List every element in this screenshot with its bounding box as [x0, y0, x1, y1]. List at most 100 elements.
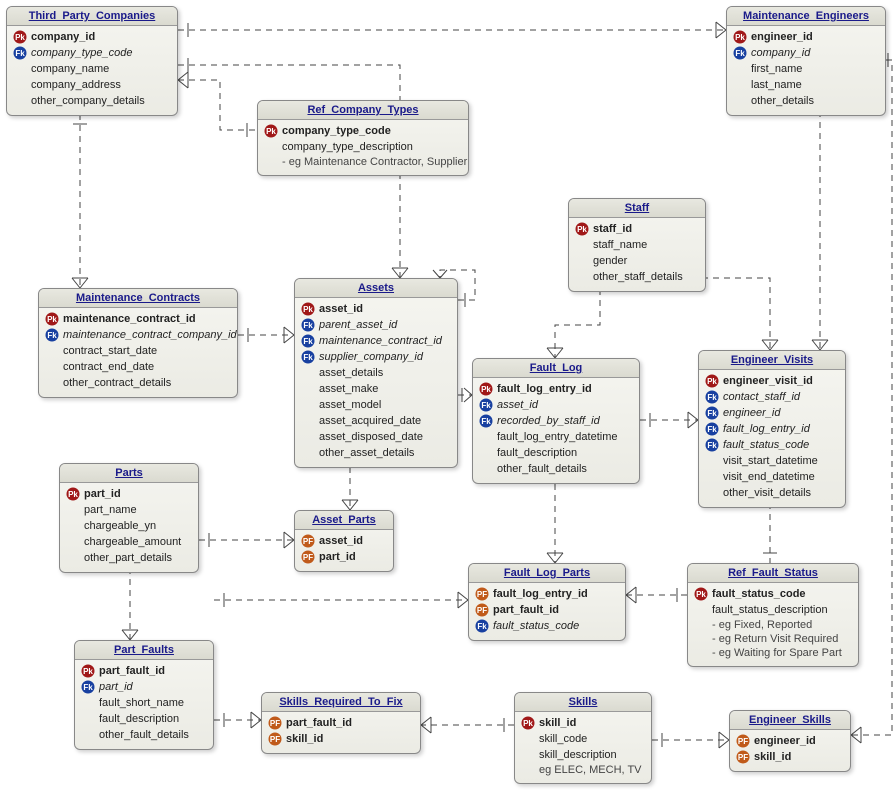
attribute-name: fault_description	[497, 447, 577, 459]
entity-title[interactable]: Assets	[295, 279, 457, 298]
entity-title[interactable]: Fault_Log	[473, 359, 639, 378]
attribute-row: Fk parent_asset_id	[301, 317, 451, 333]
attribute-name: skill_id	[754, 751, 791, 763]
attribute-name: other_asset_details	[319, 447, 414, 459]
fk-key-icon: Fk	[301, 350, 315, 364]
attribute-row: other_fault_details	[81, 727, 207, 743]
entity-title[interactable]: Skills_Required_To_Fix	[262, 693, 420, 712]
attribute-row: Fkrecorded_by_staff_id	[479, 413, 633, 429]
attribute-row: fault_status_description	[694, 602, 852, 618]
blank-key-icon	[575, 254, 589, 268]
svg-text:Fk: Fk	[303, 321, 313, 330]
pf-key-icon: PF	[736, 734, 750, 748]
entity-title[interactable]: Asset_Parts	[295, 511, 393, 530]
entity-engineer_skills: Engineer_Skills PFengineer_idPF skill_id	[729, 710, 851, 772]
svg-text:Pk: Pk	[707, 377, 717, 386]
attribute-row: PFskill_id	[268, 731, 414, 747]
attribute-row: Fkmaintenance_contract_company_id	[45, 327, 231, 343]
attribute-name: chargeable_amount	[84, 536, 181, 548]
entity-title[interactable]: Engineer_Skills	[730, 711, 850, 730]
entity-title[interactable]: Ref_Company_Types	[258, 101, 468, 120]
attribute-name: other_fault_details	[497, 463, 587, 475]
blank-key-icon	[479, 430, 493, 444]
svg-text:Fk: Fk	[707, 393, 717, 402]
entity-title[interactable]: Part_Faults	[75, 641, 213, 660]
attribute-name: skill_description	[539, 749, 617, 761]
entity-third_party: Third_Party_Companies Pkcompany_idFk compa…	[6, 6, 178, 116]
attribute-row: Pkskill_id	[521, 715, 645, 731]
attribute-note: - eg Waiting for Spare Part	[694, 647, 842, 659]
blank-key-icon	[13, 78, 27, 92]
fk-key-icon: Fk	[301, 334, 315, 348]
entity-fault_log_parts: Fault_Log_PartsPFfault_log_entry_idPFpar…	[468, 563, 626, 641]
attribute-row: company_type_description	[264, 139, 462, 155]
svg-text:Fk: Fk	[735, 49, 745, 58]
attribute-name: asset_id	[319, 303, 363, 315]
attribute-name: fault_log_entry_id	[493, 588, 588, 600]
entity-title[interactable]: Fault_Log_Parts	[469, 564, 625, 583]
attribute-name: company_address	[31, 79, 121, 91]
attribute-row: asset_model	[301, 397, 451, 413]
entity-part_faults: Part_FaultsPkpart_fault_idFkpart_idfault…	[74, 640, 214, 750]
entity-body: Pkpart_idpart_namechargeable_ynchargeabl…	[60, 483, 198, 572]
attribute-name: company_type_description	[282, 141, 413, 153]
entity-title[interactable]: Ref_Fault_Status	[688, 564, 858, 583]
fk-key-icon: Fk	[45, 328, 59, 342]
blank-key-icon	[479, 462, 493, 476]
attribute-row: Pkengineer_visit_id	[705, 373, 839, 389]
pk-key-icon: Pk	[45, 312, 59, 326]
pk-key-icon: Pk	[575, 222, 589, 236]
attribute-row: fault_log_entry_datetime	[479, 429, 633, 445]
entity-body: PFfault_log_entry_idPFpart_fault_idFkfau…	[469, 583, 625, 640]
attribute-name: part_fault_id	[493, 604, 559, 616]
attribute-row: other_fault_details	[479, 461, 633, 477]
fk-key-icon: Fk	[479, 414, 493, 428]
pk-key-icon: Pk	[705, 374, 719, 388]
attribute-row: Fksupplier_company_id	[301, 349, 451, 365]
entity-asset_parts: Asset_PartsPFasset_idPFpart_id	[294, 510, 394, 572]
entity-title[interactable]: Third_Party_Companies	[7, 7, 177, 26]
attribute-row: gender	[575, 253, 699, 269]
entity-title[interactable]: Staff	[569, 199, 705, 218]
attribute-row: asset_acquired_date	[301, 413, 451, 429]
fk-key-icon: Fk	[705, 438, 719, 452]
pk-key-icon: Pk	[479, 382, 493, 396]
fk-key-icon: Fk	[13, 46, 27, 60]
entity-title[interactable]: Maintenance_Engineers	[727, 7, 885, 26]
entity-title[interactable]: Engineer_Visits	[699, 351, 845, 370]
blank-key-icon	[479, 446, 493, 460]
attribute-row: - eg Return Visit Required	[694, 632, 852, 646]
pf-key-icon: PF	[268, 716, 282, 730]
entity-title[interactable]: Maintenance_Contracts	[39, 289, 237, 308]
attribute-row: Pkcompany_id	[13, 29, 171, 45]
pk-key-icon: Pk	[301, 302, 315, 316]
attribute-name: engineer_id	[751, 31, 813, 43]
svg-text:Fk: Fk	[481, 401, 491, 410]
attribute-name: visit_end_datetime	[723, 471, 815, 483]
attribute-row: Pkengineer_id	[733, 29, 879, 45]
attribute-name: gender	[593, 255, 627, 267]
blank-key-icon	[301, 398, 315, 412]
blank-key-icon	[13, 62, 27, 76]
attribute-name: skill_id	[286, 733, 323, 745]
attribute-name: parent_asset_id	[319, 319, 397, 331]
attribute-name: asset_id	[319, 535, 363, 547]
attribute-name: staff_name	[593, 239, 647, 251]
attribute-row: PFengineer_id	[736, 733, 844, 749]
svg-text:Pk: Pk	[15, 33, 25, 42]
attribute-row: Pkcompany_type_code	[264, 123, 462, 139]
entity-title[interactable]: Skills	[515, 693, 651, 712]
attribute-row: contract_start_date	[45, 343, 231, 359]
entity-body: Pkfault_status_codefault_status_descript…	[688, 583, 858, 666]
attribute-name: maintenance_contract_id	[63, 313, 196, 325]
attribute-note: - eg Maintenance Contractor, Supplier	[264, 156, 467, 168]
attribute-row: asset_details	[301, 365, 451, 381]
svg-text:Pk: Pk	[696, 590, 706, 599]
svg-text:Pk: Pk	[266, 127, 276, 136]
entity-body: Pk maintenance_contract_id Fkmaintenance_c…	[39, 308, 237, 397]
attribute-row: staff_name	[575, 237, 699, 253]
entity-title[interactable]: Parts	[60, 464, 198, 483]
attribute-name: other_company_details	[31, 95, 145, 107]
entity-body: Pkcompany_type_code company_type_descript…	[258, 120, 468, 175]
blank-key-icon	[45, 344, 59, 358]
